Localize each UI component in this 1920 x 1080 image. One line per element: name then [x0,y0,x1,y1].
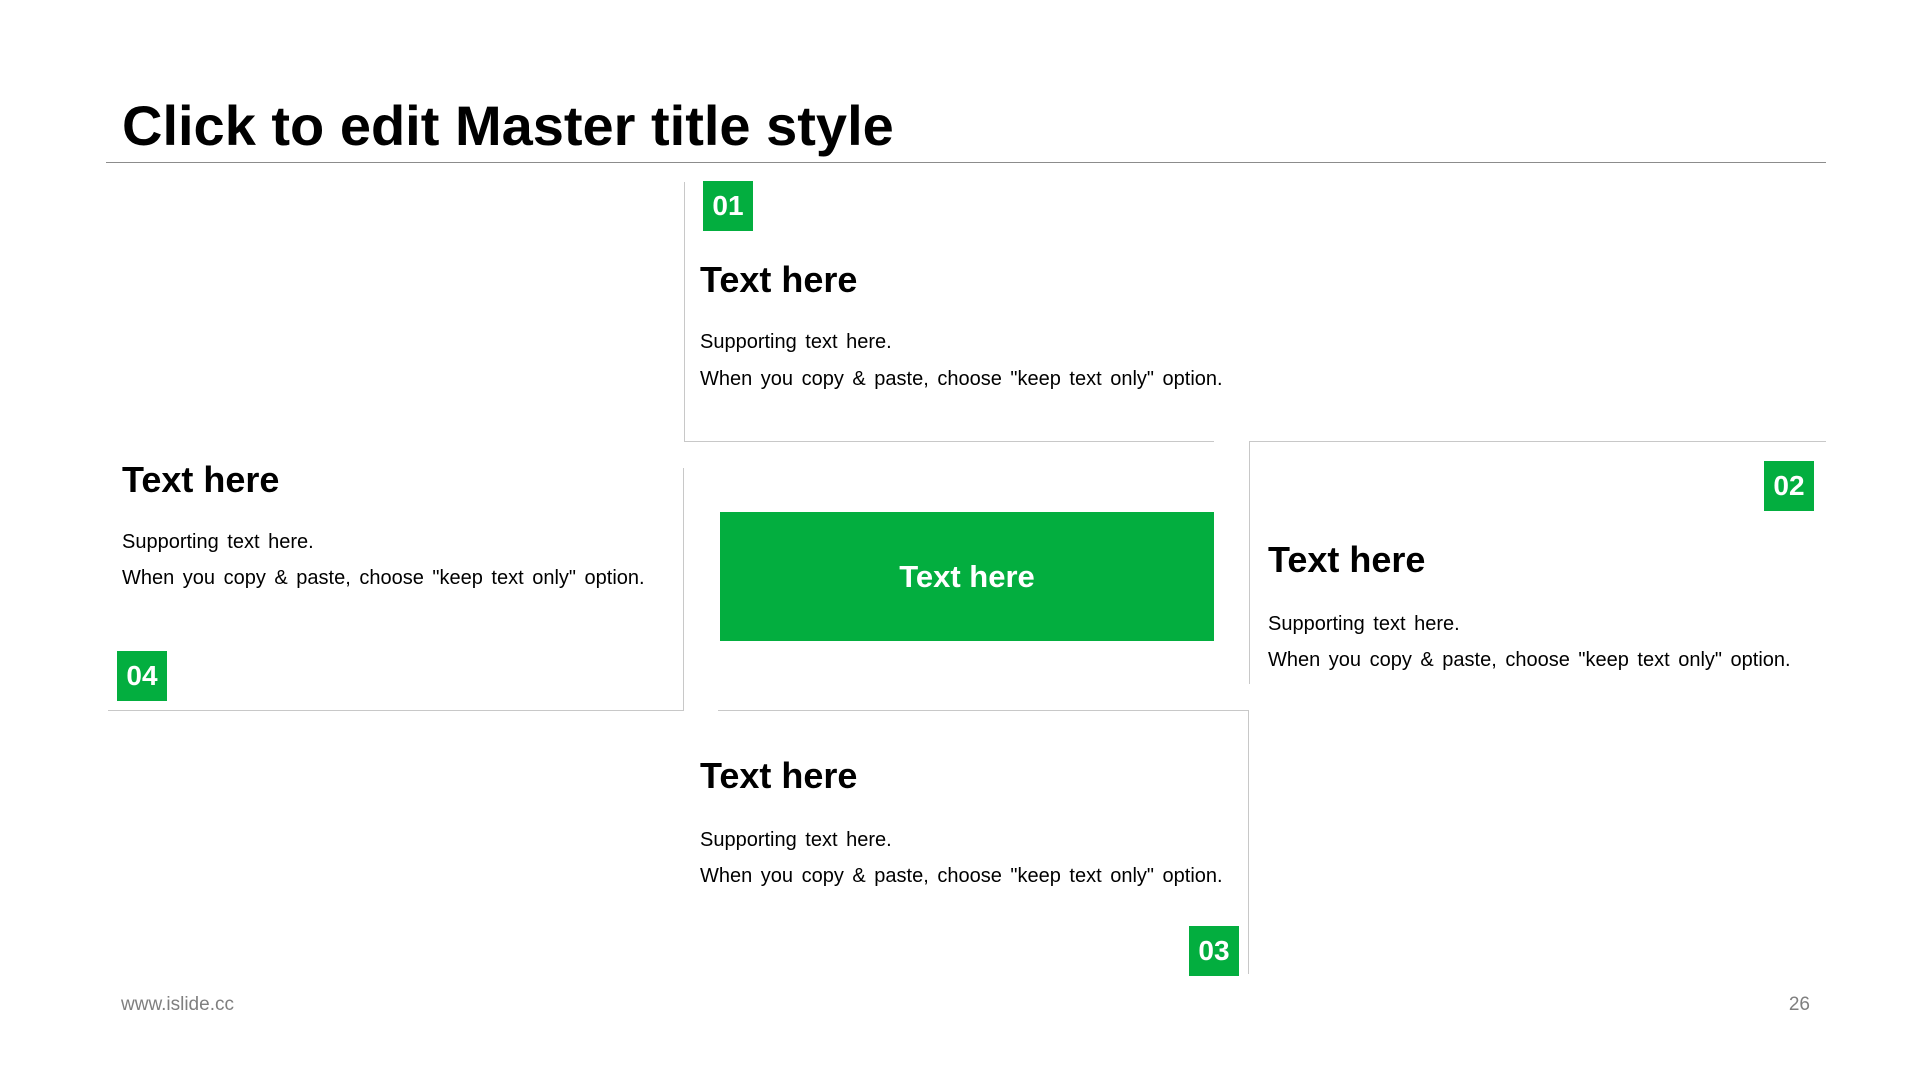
block-04-supporting-text[interactable]: Supporting text here. [122,528,314,556]
step-badge-02: 02 [1764,461,1814,511]
title-divider [106,162,1826,163]
slide-title[interactable]: Click to edit Master title style [122,90,894,162]
block-01-bottom-border [684,441,1214,442]
step-badge-01: 01 [703,181,753,231]
block-02-top-border [1249,441,1826,442]
block-03-top-border [718,710,1249,711]
block-03-right-border [1248,710,1249,974]
block-04-heading[interactable]: Text here [122,458,279,502]
page-number: 26 [1788,994,1810,1015]
block-02-hint-text[interactable]: When you copy & paste, choose "keep text… [1268,646,1791,674]
center-highlight-label: Text here [899,558,1035,594]
block-02-heading[interactable]: Text here [1268,538,1425,582]
center-highlight-box[interactable]: Text here [720,512,1214,641]
block-04-right-border [683,468,684,710]
step-badge-04: 04 [117,651,167,701]
block-04-bottom-border [108,710,684,711]
block-01-heading[interactable]: Text here [700,258,857,302]
block-02-supporting-text[interactable]: Supporting text here. [1268,610,1460,638]
block-04-hint-text[interactable]: When you copy & paste, choose "keep text… [122,564,645,592]
block-03-hint-text[interactable]: When you copy & paste, choose "keep text… [700,862,1223,890]
footer-url: www.islide.cc [121,994,234,1015]
block-03-supporting-text[interactable]: Supporting text here. [700,826,892,854]
block-01-supporting-text[interactable]: Supporting text here. [700,328,892,356]
block-01-left-border [684,182,685,442]
step-badge-03: 03 [1189,926,1239,976]
block-02-left-border [1249,441,1250,684]
block-03-heading[interactable]: Text here [700,754,857,798]
block-01-hint-text[interactable]: When you copy & paste, choose "keep text… [700,365,1223,393]
